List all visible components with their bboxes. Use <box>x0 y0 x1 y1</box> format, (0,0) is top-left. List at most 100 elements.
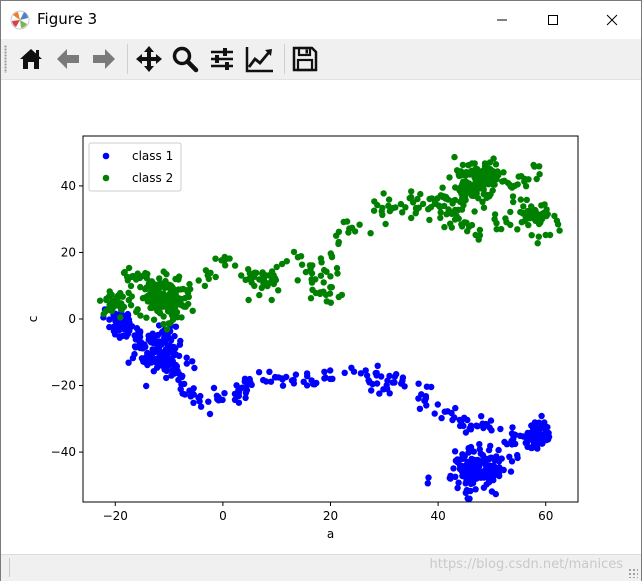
scatter-point <box>275 287 282 294</box>
pan-button[interactable] <box>133 43 165 75</box>
scatter-point <box>127 282 135 290</box>
subplots-button[interactable] <box>206 43 238 75</box>
scatter-point <box>189 358 196 365</box>
scatter-point <box>471 208 478 215</box>
zoom-button[interactable] <box>169 43 201 75</box>
scatter-point <box>335 228 343 235</box>
maximize-icon <box>548 15 558 25</box>
scatter-point <box>290 248 298 256</box>
y-axis-label: c <box>26 316 40 323</box>
scatter-point <box>527 433 534 441</box>
scatter-point <box>350 368 358 375</box>
scatter-point <box>477 172 485 180</box>
scatter-point <box>143 314 150 321</box>
scatter-point <box>451 448 459 455</box>
scatter-point <box>493 220 500 227</box>
scatter-point <box>125 264 133 272</box>
edit-axis-button[interactable] <box>244 43 276 75</box>
scatter-point <box>427 204 435 211</box>
scatter-point <box>155 290 162 298</box>
legend-label-class-1: class 1 <box>132 149 173 163</box>
home-button[interactable] <box>15 43 47 75</box>
scatter-point <box>386 207 394 215</box>
close-icon <box>606 14 618 26</box>
x-tick-label: 40 <box>430 509 445 523</box>
scatter-point <box>481 160 489 167</box>
scatter-point <box>263 378 270 385</box>
legend-marker-class-1 <box>102 152 110 160</box>
scatter-point <box>320 288 327 295</box>
scatter-point <box>163 271 170 278</box>
scatter-point <box>221 390 228 397</box>
toolbar-grip[interactable] <box>4 45 7 73</box>
scatter-point <box>438 414 445 422</box>
arrow-right-icon <box>93 49 115 69</box>
back-button[interactable] <box>52 43 84 75</box>
scatter-point <box>340 218 347 226</box>
scatter-point <box>171 363 178 370</box>
floppy-disk-icon <box>292 46 318 72</box>
scatter-point <box>163 326 171 333</box>
scatter-point <box>441 223 448 231</box>
close-button[interactable] <box>589 1 635 39</box>
scatter-point <box>443 211 450 218</box>
scatter-point <box>335 238 342 246</box>
scatter-point <box>391 379 398 386</box>
scatter-point <box>454 456 461 463</box>
scatter-point <box>187 392 195 400</box>
resize-grip[interactable] <box>628 568 638 578</box>
arrow-left-icon <box>57 49 79 69</box>
scatter-point <box>379 204 386 212</box>
scatter-point <box>435 202 443 209</box>
scatter-point <box>469 182 477 189</box>
status-bar: https://blog.csdn.net/manices <box>1 554 641 581</box>
scatter-point <box>439 184 446 191</box>
scatter-point <box>483 463 490 470</box>
figure-canvas[interactable]: −20 0 20 40 60 −40 −20 0 20 40 a c class 1 class… <box>1 80 641 554</box>
scatter-point <box>156 360 163 368</box>
save-button[interactable] <box>289 43 321 75</box>
scatter-point <box>485 479 493 486</box>
scatter-point <box>471 468 478 475</box>
scatter-point <box>507 208 514 216</box>
scatter-point <box>323 298 330 305</box>
scatter-point <box>214 396 221 403</box>
scatter-point <box>307 295 315 302</box>
scatter-point <box>448 409 455 417</box>
scatter-point <box>479 198 486 205</box>
minimize-button[interactable] <box>479 1 525 39</box>
scatter-point <box>370 207 378 214</box>
scatter-point <box>172 345 179 352</box>
scatter-point <box>288 377 296 384</box>
scatter-point <box>421 397 429 404</box>
scatter-point <box>520 203 527 210</box>
scatter-point <box>329 375 336 382</box>
scatter-point <box>180 303 188 310</box>
scatter-plot[interactable]: −20 0 20 40 60 −40 −20 0 20 40 a c class 1 class… <box>1 80 641 554</box>
scatter-point <box>465 162 472 169</box>
scatter-point <box>167 306 174 313</box>
maximize-button[interactable] <box>530 1 576 39</box>
scatter-point <box>116 326 123 334</box>
scatter-point <box>476 441 483 448</box>
forward-button[interactable] <box>88 43 120 75</box>
scatter-point <box>298 261 306 268</box>
scatter-point <box>238 272 245 279</box>
scatter-point <box>210 384 218 392</box>
x-axis: −20 0 20 40 60 <box>103 502 553 523</box>
scatter-point <box>399 374 407 381</box>
scatter-point <box>327 367 334 374</box>
scatter-point <box>201 282 209 290</box>
scatter-point <box>175 295 183 302</box>
scatter-point <box>483 421 490 428</box>
scatter-point <box>317 255 325 262</box>
scatter-point <box>260 275 267 282</box>
scatter-point <box>161 365 169 372</box>
scatter-point <box>460 453 467 461</box>
scatter-point <box>162 339 169 346</box>
scatter-point <box>452 473 459 480</box>
scatter-point <box>525 215 532 222</box>
scatter-point <box>495 458 503 465</box>
title-bar[interactable]: Figure 3 <box>1 1 641 39</box>
scatter-point <box>150 316 158 323</box>
